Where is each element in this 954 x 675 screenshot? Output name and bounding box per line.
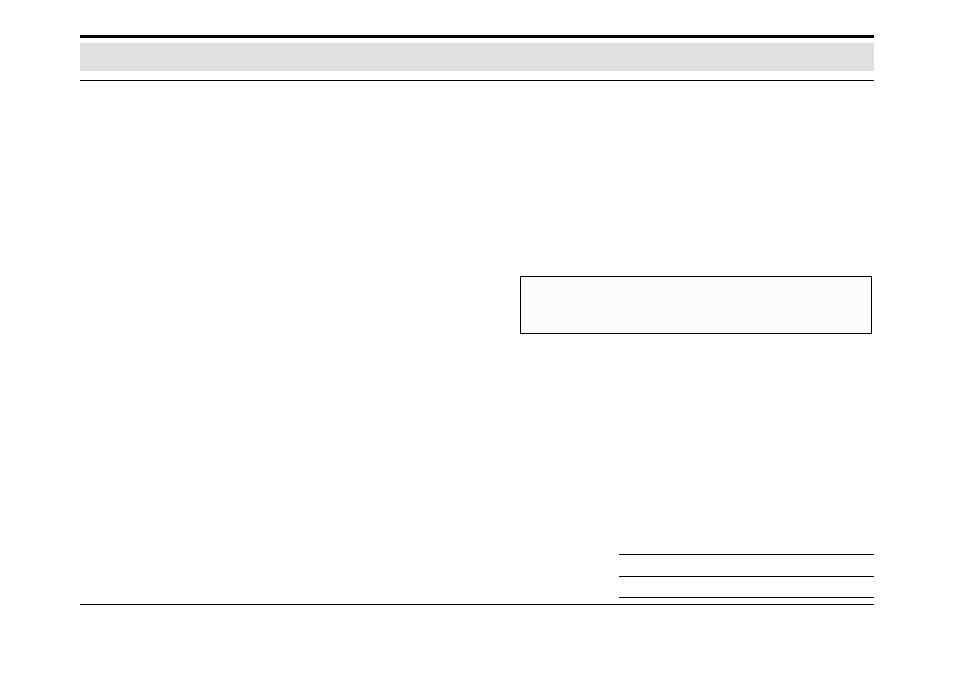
side-box	[520, 276, 872, 334]
header-underline	[80, 80, 874, 81]
page	[0, 0, 954, 675]
header-band	[80, 43, 874, 71]
short-rule-2	[619, 576, 874, 577]
top-rule	[80, 35, 874, 38]
bottom-rule	[80, 604, 874, 605]
short-rule-3	[619, 597, 874, 598]
short-rule-1	[619, 554, 874, 555]
